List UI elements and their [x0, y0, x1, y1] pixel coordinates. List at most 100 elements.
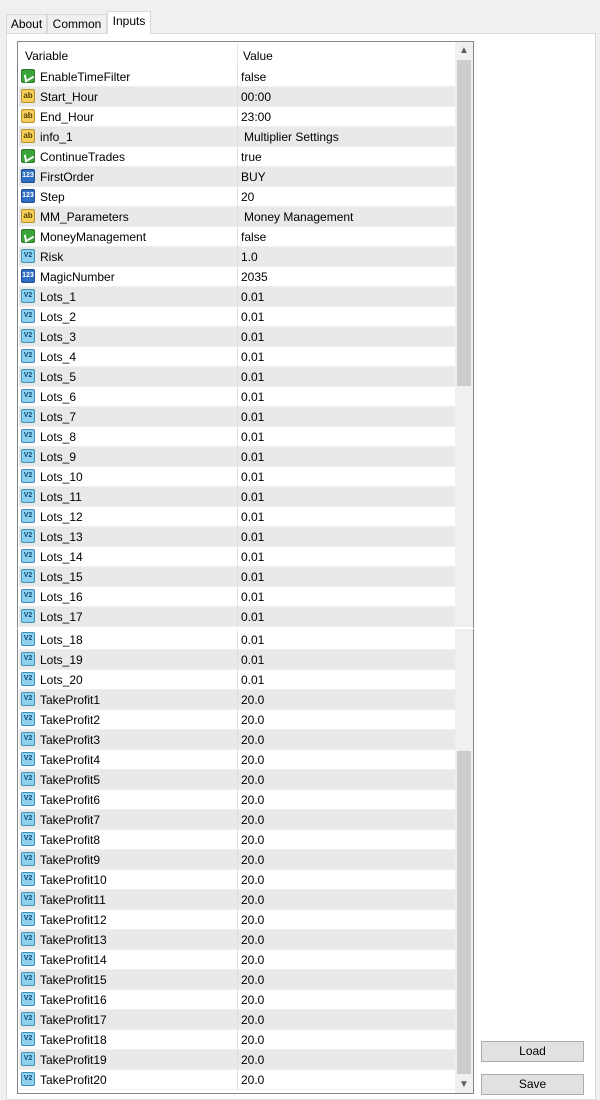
scroll-thumb[interactable]: [457, 60, 471, 386]
table-row[interactable]: V2 Lots_19 0.01: [19, 650, 456, 670]
table-row[interactable]: V2 Lots_6 0.01: [19, 387, 456, 407]
variable-value[interactable]: 0.01: [241, 550, 264, 564]
variable-value[interactable]: 20.0: [241, 833, 264, 847]
table-row[interactable]: ab info_1 Multiplier Settings: [19, 127, 456, 147]
table-row[interactable]: V2 TakeProfit7 20.0: [19, 810, 456, 830]
column-header-value[interactable]: Value: [243, 49, 273, 63]
variable-value[interactable]: 20: [241, 190, 254, 204]
variable-value[interactable]: false: [241, 230, 266, 244]
table-row[interactable]: V2 Lots_5 0.01: [19, 367, 456, 387]
table-row[interactable]: V2 TakeProfit15 20.0: [19, 970, 456, 990]
table-row[interactable]: V2 Lots_7 0.01: [19, 407, 456, 427]
table-row[interactable]: V2 Lots_3 0.01: [19, 327, 456, 347]
table-row[interactable]: V2 TakeProfit11 20.0: [19, 890, 456, 910]
variable-value[interactable]: 20.0: [241, 773, 264, 787]
variable-value[interactable]: 0.01: [241, 390, 264, 404]
variable-value[interactable]: 0.01: [241, 510, 264, 524]
variable-value[interactable]: 20.0: [241, 713, 264, 727]
table-row[interactable]: V2 TakeProfit4 20.0: [19, 750, 456, 770]
variable-value[interactable]: 20.0: [241, 1013, 264, 1027]
variable-value[interactable]: 20.0: [241, 933, 264, 947]
tab-common[interactable]: Common: [47, 14, 107, 33]
scroll-thumb[interactable]: [457, 751, 471, 1074]
scrollbar-top[interactable]: ▲: [455, 42, 473, 627]
variable-value[interactable]: 0.01: [241, 410, 264, 424]
variable-value[interactable]: 0.01: [241, 350, 264, 364]
table-row[interactable]: V2 Lots_9 0.01: [19, 447, 456, 467]
table-row[interactable]: V2 TakeProfit6 20.0: [19, 790, 456, 810]
table-row[interactable]: V2 TakeProfit14 20.0: [19, 950, 456, 970]
table-row[interactable]: V2 TakeProfit2 20.0: [19, 710, 456, 730]
table-row[interactable]: V2 TakeProfit17 20.0: [19, 1010, 456, 1030]
table-row[interactable]: ab Start_Hour 00:00: [19, 87, 456, 107]
table-row[interactable]: V2 Lots_12 0.01: [19, 507, 456, 527]
table-row[interactable]: ContinueTrades true: [19, 147, 456, 167]
table-row[interactable]: V2 Lots_13 0.01: [19, 527, 456, 547]
table-row[interactable]: V2 TakeProfit5 20.0: [19, 770, 456, 790]
variable-value[interactable]: 0.01: [241, 633, 264, 647]
variable-value[interactable]: 20.0: [241, 853, 264, 867]
variable-value[interactable]: 0.01: [241, 570, 264, 584]
table-row[interactable]: V2 Lots_15 0.01: [19, 567, 456, 587]
table-row[interactable]: ab MM_Parameters Money Management: [19, 207, 456, 227]
table-row[interactable]: V2 Lots_11 0.01: [19, 487, 456, 507]
table-row[interactable]: 123 Step 20: [19, 187, 456, 207]
table-row[interactable]: V2 Lots_20 0.01: [19, 670, 456, 690]
table-row[interactable]: V2 Risk 1.0: [19, 247, 456, 267]
table-row[interactable]: V2 Lots_16 0.01: [19, 587, 456, 607]
table-row[interactable]: V2 TakeProfit13 20.0: [19, 930, 456, 950]
table-row[interactable]: V2 TakeProfit20 20.0: [19, 1070, 456, 1090]
variable-value[interactable]: 0.01: [241, 490, 264, 504]
variable-value[interactable]: 20.0: [241, 913, 264, 927]
variable-value[interactable]: 20.0: [241, 1053, 264, 1067]
scrollbar-bottom[interactable]: ▼: [455, 629, 473, 1093]
variable-value[interactable]: 0.01: [241, 450, 264, 464]
tab-inputs[interactable]: Inputs: [107, 11, 151, 34]
variable-value[interactable]: false: [241, 70, 266, 84]
variable-value[interactable]: Multiplier Settings: [244, 130, 339, 144]
variable-value[interactable]: Money Management: [244, 210, 353, 224]
variable-value[interactable]: 20.0: [241, 813, 264, 827]
save-button[interactable]: Save: [481, 1074, 584, 1095]
variable-value[interactable]: 0.01: [241, 653, 264, 667]
table-row[interactable]: V2 TakeProfit1 20.0: [19, 690, 456, 710]
variable-value[interactable]: 0.01: [241, 610, 264, 624]
variable-value[interactable]: 20.0: [241, 893, 264, 907]
table-row[interactable]: V2 TakeProfit9 20.0: [19, 850, 456, 870]
table-row[interactable]: V2 TakeProfit16 20.0: [19, 990, 456, 1010]
variable-value[interactable]: 0.01: [241, 310, 264, 324]
variable-value[interactable]: 0.01: [241, 290, 264, 304]
variable-value[interactable]: 20.0: [241, 693, 264, 707]
variable-value[interactable]: 20.0: [241, 873, 264, 887]
table-row[interactable]: V2 Lots_1 0.01: [19, 287, 456, 307]
table-row[interactable]: 123 FirstOrder BUY: [19, 167, 456, 187]
table-row[interactable]: V2 TakeProfit18 20.0: [19, 1030, 456, 1050]
variable-value[interactable]: 20.0: [241, 733, 264, 747]
variable-value[interactable]: 20.0: [241, 753, 264, 767]
table-row[interactable]: V2 TakeProfit8 20.0: [19, 830, 456, 850]
table-row[interactable]: V2 Lots_2 0.01: [19, 307, 456, 327]
variable-value[interactable]: 20.0: [241, 993, 264, 1007]
scroll-down-icon[interactable]: ▼: [455, 1076, 473, 1093]
table-row[interactable]: V2 Lots_17 0.01: [19, 607, 456, 627]
table-row[interactable]: V2 Lots_14 0.01: [19, 547, 456, 567]
scroll-up-icon[interactable]: ▲: [455, 42, 473, 59]
variable-value[interactable]: 23:00: [241, 110, 271, 124]
variable-value[interactable]: 1.0: [241, 250, 258, 264]
table-row[interactable]: V2 TakeProfit10 20.0: [19, 870, 456, 890]
column-header-variable[interactable]: Variable: [25, 49, 68, 63]
variable-value[interactable]: 20.0: [241, 793, 264, 807]
variable-value[interactable]: 0.01: [241, 370, 264, 384]
column-separator[interactable]: [237, 43, 238, 68]
load-button[interactable]: Load: [481, 1041, 584, 1062]
table-row[interactable]: V2 TakeProfit3 20.0: [19, 730, 456, 750]
tab-about[interactable]: About: [6, 14, 47, 33]
variable-value[interactable]: 2035: [241, 270, 268, 284]
table-row[interactable]: V2 TakeProfit19 20.0: [19, 1050, 456, 1070]
table-row[interactable]: V2 Lots_18 0.01: [19, 630, 456, 650]
table-row[interactable]: ab End_Hour 23:00: [19, 107, 456, 127]
variable-value[interactable]: BUY: [241, 170, 266, 184]
variable-value[interactable]: 20.0: [241, 1073, 264, 1087]
variable-value[interactable]: 0.01: [241, 673, 264, 687]
variable-value[interactable]: 0.01: [241, 590, 264, 604]
